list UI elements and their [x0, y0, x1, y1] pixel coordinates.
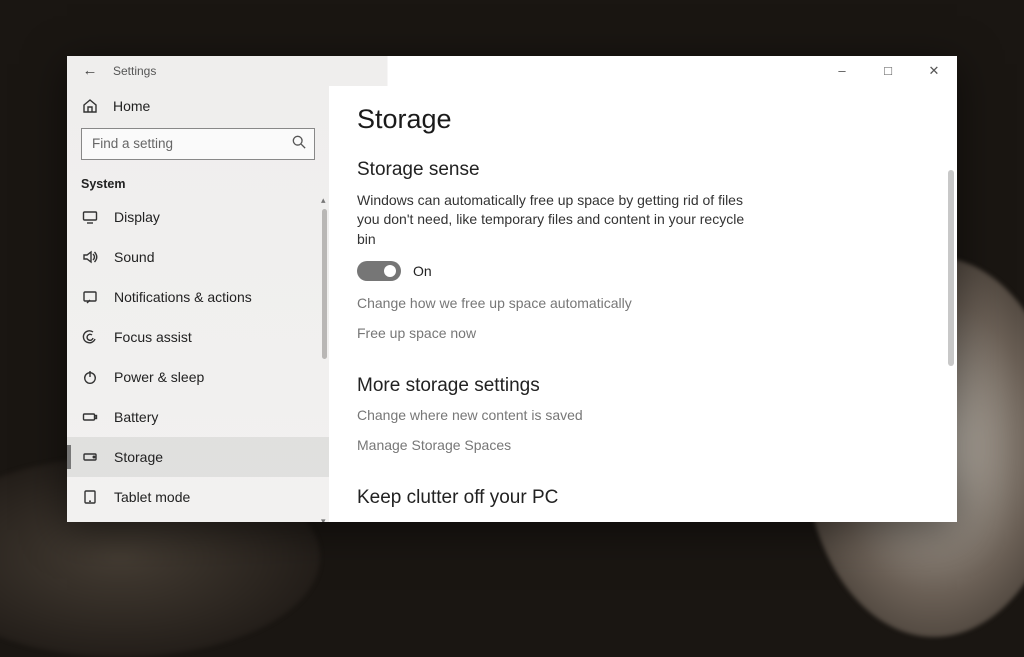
power-icon	[81, 369, 99, 385]
sidebar-item-label: Tablet mode	[114, 489, 190, 505]
sound-icon	[81, 249, 99, 265]
minimize-button[interactable]: –	[819, 56, 865, 86]
storage-sense-toggle-label: On	[413, 263, 432, 279]
section-keep-clutter-title: Keep clutter off your PC	[357, 487, 957, 509]
focus-assist-icon	[81, 329, 99, 345]
sidebar-item-label: Focus assist	[114, 329, 192, 345]
sidebar-item-sound[interactable]: Sound	[67, 237, 329, 277]
back-button[interactable]: ←	[67, 62, 113, 79]
section-more-storage-title: More storage settings	[357, 375, 957, 397]
search-input[interactable]	[81, 128, 315, 160]
settings-window: ← Settings – □ ✕ Home	[67, 56, 957, 522]
app-title: Settings	[113, 64, 156, 78]
notifications-icon	[81, 289, 99, 305]
link-manage-storage-spaces[interactable]: Manage Storage Spaces	[357, 437, 957, 453]
main-scrollbar-thumb[interactable]	[948, 170, 954, 366]
search-box	[81, 128, 315, 160]
window-controls: – □ ✕	[819, 56, 957, 86]
tablet-icon	[81, 489, 99, 505]
back-arrow-icon: ←	[83, 62, 98, 79]
main-scrollbar[interactable]	[948, 116, 954, 510]
main-content: Storage Storage sense Windows can automa…	[329, 86, 957, 522]
sidebar-scrollbar-thumb[interactable]	[322, 209, 327, 359]
storage-sense-description: Windows can automatically free up space …	[357, 191, 759, 250]
toggle-knob-icon	[384, 265, 396, 277]
sidebar-item-storage[interactable]: Storage	[67, 437, 329, 477]
sidebar-section-label: System	[67, 168, 329, 197]
sidebar-item-tablet-mode[interactable]: Tablet mode	[67, 477, 329, 517]
sidebar-item-notifications[interactable]: Notifications & actions	[67, 277, 329, 317]
storage-icon	[81, 449, 99, 465]
page-title: Storage	[357, 104, 957, 135]
sidebar-item-label: Storage	[114, 449, 163, 465]
sidebar-item-focus-assist[interactable]: Focus assist	[67, 317, 329, 357]
scroll-up-icon: ▴	[321, 197, 329, 203]
sidebar-home-label: Home	[113, 98, 150, 114]
maximize-button[interactable]: □	[865, 56, 911, 86]
storage-sense-toggle[interactable]	[357, 261, 401, 281]
section-storage-sense-title: Storage sense	[357, 159, 957, 181]
sidebar-item-label: Power & sleep	[114, 369, 204, 385]
link-change-where-saved[interactable]: Change where new content is saved	[357, 407, 957, 423]
sidebar-item-label: Notifications & actions	[114, 289, 252, 305]
sidebar-home[interactable]: Home	[67, 86, 329, 126]
sidebar-item-power-sleep[interactable]: Power & sleep	[67, 357, 329, 397]
sidebar-item-label: Sound	[114, 249, 154, 265]
sidebar-item-display[interactable]: Display	[67, 197, 329, 237]
minimize-icon: –	[838, 63, 845, 78]
sidebar-item-label: Battery	[114, 409, 158, 425]
search-icon	[292, 135, 306, 152]
display-icon	[81, 209, 99, 225]
maximize-icon: □	[884, 63, 892, 78]
scroll-down-icon: ▾	[321, 516, 329, 522]
sidebar-scrollbar[interactable]: ▴ ▾	[322, 197, 327, 522]
sidebar-item-battery[interactable]: Battery	[67, 397, 329, 437]
home-icon	[81, 98, 99, 114]
sidebar-nav: Display Sound Notifications & actions Fo…	[67, 197, 329, 522]
link-change-auto-free[interactable]: Change how we free up space automaticall…	[357, 295, 957, 311]
titlebar: ← Settings – □ ✕	[67, 56, 957, 86]
close-icon: ✕	[929, 63, 940, 79]
link-free-up-now[interactable]: Free up space now	[357, 325, 957, 341]
close-button[interactable]: ✕	[911, 56, 957, 86]
battery-icon	[81, 409, 99, 425]
sidebar: Home System Display Sound	[67, 86, 329, 522]
sidebar-item-label: Display	[114, 209, 160, 225]
